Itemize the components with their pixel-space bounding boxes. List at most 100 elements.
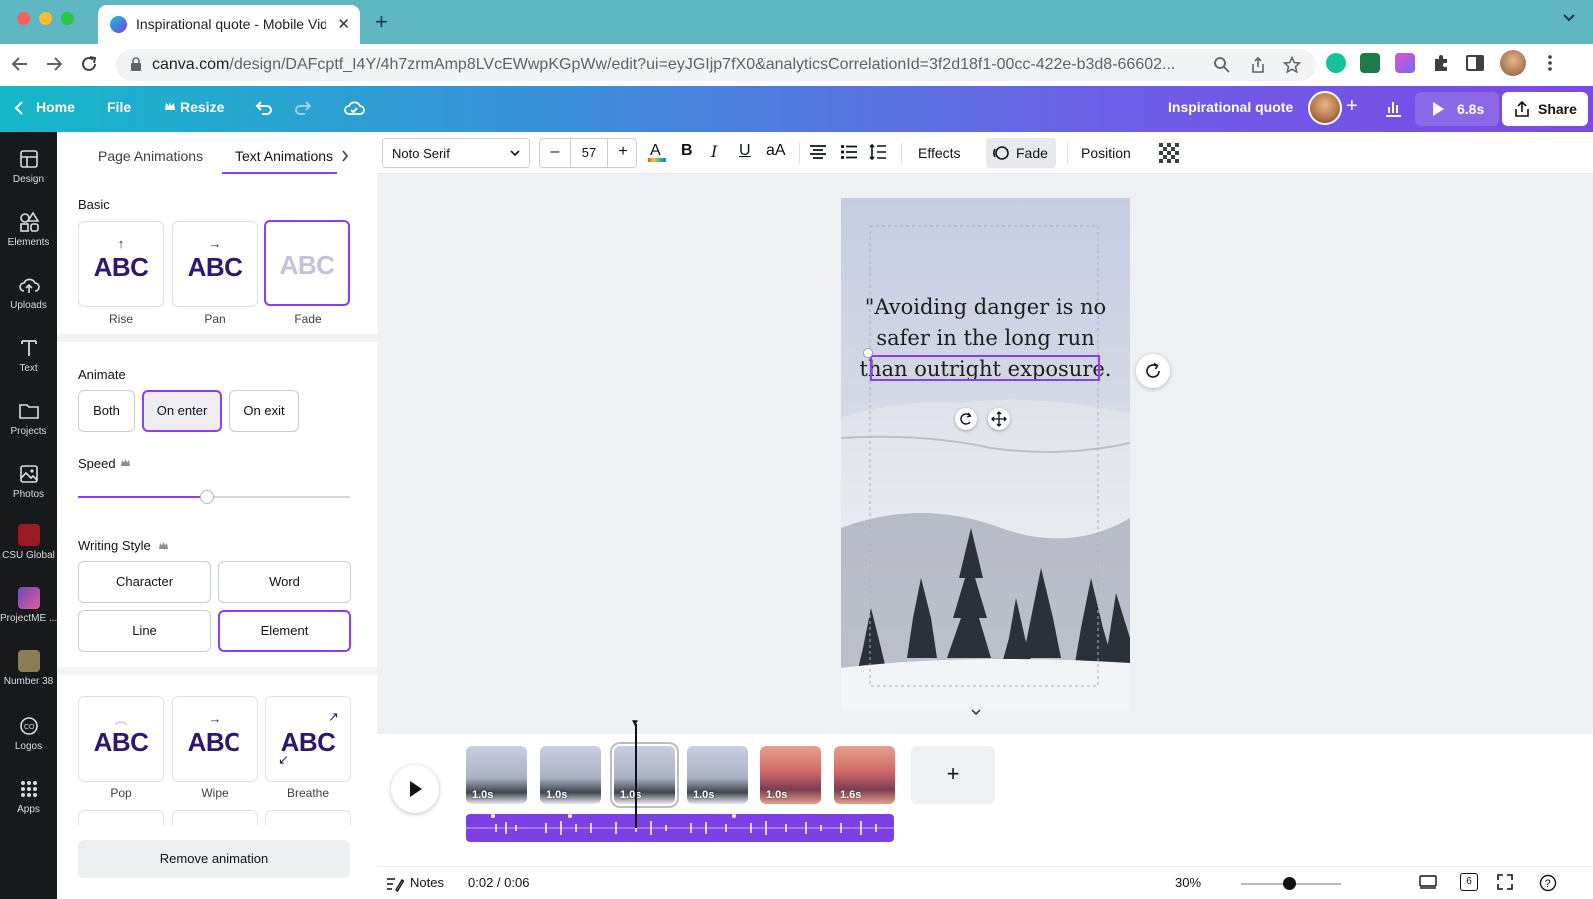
- notes-pencil-icon[interactable]: [386, 876, 404, 892]
- lock-icon[interactable]: [130, 57, 142, 72]
- side-panel-icon[interactable]: [1465, 53, 1485, 73]
- rotate-handle-icon[interactable]: [955, 408, 977, 430]
- add-collaborator-icon[interactable]: +: [1346, 95, 1358, 118]
- chevron-left-icon[interactable]: [14, 100, 24, 116]
- redo-icon[interactable]: [293, 98, 313, 118]
- page-count-icon[interactable]: 6: [1460, 873, 1478, 891]
- design-page[interactable]: "Avoiding danger is no safer in the long…: [841, 198, 1130, 711]
- align-center-icon[interactable]: [809, 144, 827, 160]
- document-title[interactable]: Inspirational quote: [1168, 99, 1293, 115]
- tabs-scroll-right-icon[interactable]: [341, 150, 349, 162]
- playhead[interactable]: [635, 724, 637, 828]
- letter-case-icon[interactable]: aA: [766, 142, 786, 160]
- selection-handle[interactable]: [863, 348, 873, 358]
- zoom-magnifier-icon[interactable]: [1213, 56, 1231, 74]
- decrease-font-size-button[interactable]: –: [542, 143, 568, 161]
- color-extension-icon[interactable]: [1395, 53, 1415, 73]
- grammarly-extension-icon[interactable]: [1326, 53, 1346, 73]
- line-spacing-icon[interactable]: [869, 144, 887, 160]
- new-tab-icon[interactable]: +: [375, 9, 388, 35]
- fullscreen-expand-icon[interactable]: [1497, 874, 1513, 890]
- font-family-select[interactable]: Noto Serif: [382, 138, 530, 168]
- fade-animation-button[interactable]: Fade: [986, 138, 1056, 168]
- writing-style-word[interactable]: Word: [218, 561, 351, 603]
- insights-bar-chart-icon[interactable]: [1383, 98, 1403, 118]
- minimize-window-button[interactable]: [39, 12, 52, 25]
- rail-item-projects[interactable]: Projects: [0, 388, 57, 448]
- timeline-clip[interactable]: 1.0s: [687, 746, 748, 804]
- tab-search-chevron-icon[interactable]: [1563, 14, 1575, 22]
- animate-on-exit-button[interactable]: On exit: [229, 390, 299, 432]
- animation-card-partial[interactable]: [172, 810, 258, 826]
- browser-menu-icon[interactable]: [1540, 53, 1560, 73]
- zoom-percentage[interactable]: 30%: [1175, 875, 1201, 890]
- back-arrow-icon[interactable]: [10, 54, 30, 74]
- add-page-button[interactable]: +: [911, 746, 995, 804]
- animation-card-rise[interactable]: ↑ ABC: [78, 221, 164, 307]
- animation-card-pan[interactable]: → ABC: [172, 221, 258, 307]
- bulleted-list-icon[interactable]: [840, 144, 858, 160]
- writing-style-element[interactable]: Element: [218, 610, 351, 652]
- rail-item-apps[interactable]: Apps: [0, 766, 57, 826]
- timeline-play-button[interactable]: [391, 765, 439, 813]
- timeline-clip[interactable]: 1.0s: [466, 746, 527, 804]
- timeline-view-icon[interactable]: [1419, 874, 1437, 890]
- italic-icon[interactable]: I: [711, 142, 717, 161]
- writing-style-character[interactable]: Character: [78, 561, 211, 603]
- speed-slider-handle[interactable]: [200, 490, 214, 504]
- cloud-saved-icon[interactable]: [343, 98, 365, 118]
- remove-animation-button[interactable]: Remove animation: [78, 840, 350, 878]
- tab-close-icon[interactable]: ✕: [337, 15, 350, 33]
- animation-card-breathe[interactable]: ↗ ↙ ABC: [265, 696, 351, 782]
- effects-button[interactable]: Effects: [918, 145, 961, 161]
- rail-item-number-38[interactable]: Number 38: [0, 640, 57, 700]
- animate-both-button[interactable]: Both: [78, 390, 135, 432]
- position-button[interactable]: Position: [1081, 145, 1131, 161]
- rail-item-design[interactable]: Design: [0, 136, 57, 196]
- timeline-clip[interactable]: 1.0s: [540, 746, 601, 804]
- profile-avatar[interactable]: [1500, 50, 1526, 76]
- font-size-input[interactable]: 57: [570, 139, 608, 167]
- writing-style-line[interactable]: Line: [78, 610, 211, 652]
- extensions-puzzle-icon[interactable]: [1431, 53, 1451, 73]
- underline-icon[interactable]: U: [739, 142, 751, 160]
- collaborator-avatar[interactable]: [1308, 91, 1342, 125]
- audio-track[interactable]: [466, 814, 894, 842]
- increase-font-size-button[interactable]: +: [610, 143, 636, 161]
- animation-card-wipe[interactable]: → ABC: [172, 696, 258, 782]
- forward-arrow-icon[interactable]: [44, 54, 64, 74]
- zoom-slider-handle[interactable]: [1283, 877, 1296, 890]
- timeline-clip-selected[interactable]: 1.0s: [614, 746, 675, 804]
- tab-text-animations[interactable]: Text Animations: [235, 148, 333, 164]
- rail-item-photos[interactable]: Photos: [0, 451, 57, 511]
- share-button[interactable]: Share: [1502, 92, 1588, 126]
- bold-icon[interactable]: B: [681, 142, 693, 160]
- rail-item-uploads[interactable]: Uploads: [0, 262, 57, 322]
- animation-card-partial[interactable]: [78, 810, 164, 826]
- timeline-clip[interactable]: 1.0s: [760, 746, 821, 804]
- timeline-clip[interactable]: 1.6s: [834, 746, 895, 804]
- rail-item-csu-global[interactable]: CSU Global: [0, 514, 57, 574]
- browser-tab[interactable]: Inspirational quote - Mobile Video ✕: [98, 5, 360, 44]
- file-menu-button[interactable]: File: [107, 99, 131, 115]
- help-question-icon[interactable]: ?: [1539, 874, 1557, 892]
- share-page-icon[interactable]: [1249, 56, 1267, 74]
- resize-button[interactable]: Resize: [180, 99, 224, 115]
- move-handle-icon[interactable]: [988, 408, 1010, 430]
- undo-icon[interactable]: [254, 98, 274, 118]
- bookmark-star-icon[interactable]: [1283, 56, 1301, 74]
- rail-item-elements[interactable]: Elements: [0, 199, 57, 259]
- present-play-button[interactable]: 6.8s: [1415, 92, 1499, 126]
- maximize-window-button[interactable]: [61, 12, 74, 25]
- animation-card-partial[interactable]: [265, 810, 351, 826]
- url-omnibox[interactable]: canva.com/design/DAFcptf_I4Y/4h7zrmAmp8L…: [116, 49, 1316, 81]
- animation-card-pop[interactable]: ︵ ABC: [78, 696, 164, 782]
- animation-card-fade[interactable]: ABC: [264, 220, 350, 306]
- download-extension-icon[interactable]: [1360, 53, 1380, 73]
- animate-on-enter-button[interactable]: On enter: [142, 390, 222, 432]
- reload-icon[interactable]: [79, 54, 99, 74]
- rail-item-text[interactable]: Text: [0, 325, 57, 385]
- collapse-timeline-chevron-icon[interactable]: [970, 708, 982, 716]
- rail-item-projectme[interactable]: ProjectME ...: [0, 577, 57, 637]
- ai-refresh-button[interactable]: [1136, 354, 1170, 388]
